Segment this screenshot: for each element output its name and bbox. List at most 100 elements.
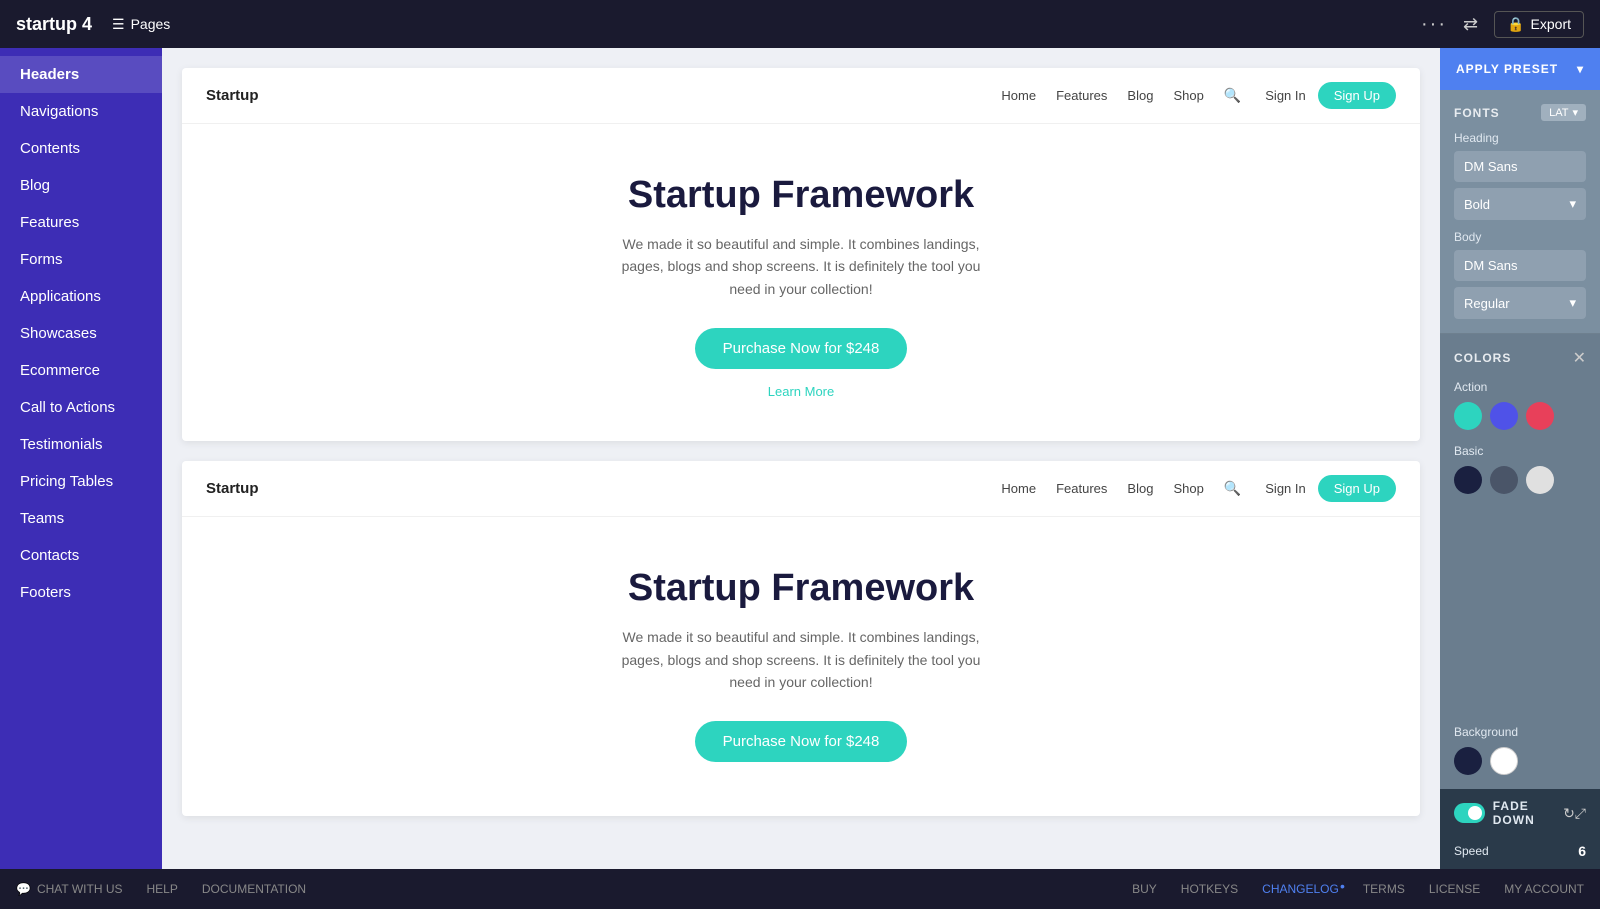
apply-preset-label: APPLY PRESET <box>1456 62 1558 76</box>
preview-nav-home-1[interactable]: Home <box>1001 88 1036 103</box>
basic-colors-label: Basic <box>1454 444 1586 458</box>
preview-heading-2: Startup Framework <box>206 567 1396 610</box>
preview-cta-1[interactable]: Purchase Now for $248 <box>695 328 908 369</box>
sidebar-item-pricing-tables[interactable]: Pricing Tables <box>0 463 162 500</box>
preview-signup-1[interactable]: Sign Up <box>1318 82 1396 109</box>
main-layout: Headers Navigations Contents Blog Featur… <box>0 48 1600 869</box>
preview-navbar-1: Startup Home Features Blog Shop 🔍 Sign I… <box>182 68 1420 124</box>
preview-nav-home-2[interactable]: Home <box>1001 481 1036 496</box>
preview-nav-features-2[interactable]: Features <box>1056 481 1107 496</box>
chat-icon: 💬 <box>16 882 31 896</box>
preview-signin-2[interactable]: Sign In <box>1265 481 1305 496</box>
action-color-swatches <box>1454 402 1586 430</box>
close-colors-button[interactable]: ✕ <box>1573 348 1586 368</box>
sidebar-item-applications[interactable]: Applications <box>0 278 162 315</box>
fade-section: FADE DOWN ↻ ⤢ <box>1440 789 1600 837</box>
lang-label: LAT <box>1549 107 1568 119</box>
buy-link[interactable]: BUY <box>1132 882 1157 896</box>
preview-signup-2[interactable]: Sign Up <box>1318 475 1396 502</box>
topbar-right: ··· ⇄ 🔒 Export <box>1421 11 1584 38</box>
my-account-link[interactable]: MY ACCOUNT <box>1504 882 1584 896</box>
heading-font-label: Heading <box>1454 131 1586 145</box>
body-weight-value: Regular <box>1464 296 1510 311</box>
preview-body-2: We made it so beautiful and simple. It c… <box>611 626 991 693</box>
fade-toggle: FADE DOWN <box>1454 799 1563 827</box>
heading-weight-select[interactable]: Bold ▾ <box>1454 188 1586 220</box>
preview-signin-1[interactable]: Sign In <box>1265 88 1305 103</box>
body-font-select[interactable]: DM Sans <box>1454 250 1586 281</box>
preview-nav-shop-2[interactable]: Shop <box>1173 481 1203 496</box>
sidebar-item-showcases[interactable]: Showcases <box>0 315 162 352</box>
background-section: Background <box>1440 725 1600 789</box>
preview-cta-2[interactable]: Purchase Now for $248 <box>695 721 908 762</box>
basic-color-gray[interactable] <box>1490 466 1518 494</box>
chat-label: CHAT WITH US <box>37 882 123 896</box>
sidebar-item-navigations[interactable]: Navigations <box>0 93 162 130</box>
sidebar-item-teams[interactable]: Teams <box>0 500 162 537</box>
sidebar-item-testimonials[interactable]: Testimonials <box>0 426 162 463</box>
chevron-down-lang-icon: ▾ <box>1572 106 1578 119</box>
action-color-red[interactable] <box>1526 402 1554 430</box>
bottom-bar: 💬 CHAT WITH US HELP DOCUMENTATION BUY HO… <box>0 869 1600 909</box>
preview-nav-shop-1[interactable]: Shop <box>1173 88 1203 103</box>
bg-color-dark[interactable] <box>1454 747 1482 775</box>
documentation-link[interactable]: DOCUMENTATION <box>202 882 306 896</box>
sidebar-item-contents[interactable]: Contents <box>0 130 162 167</box>
chat-with-us-button[interactable]: 💬 CHAT WITH US <box>16 882 123 896</box>
basic-color-dark[interactable] <box>1454 466 1482 494</box>
preview-heading-1: Startup Framework <box>206 174 1396 217</box>
background-label: Background <box>1454 725 1586 739</box>
lock-icon: 🔒 <box>1507 16 1524 33</box>
sidebar-item-contacts[interactable]: Contacts <box>0 537 162 574</box>
pages-label: Pages <box>131 16 171 32</box>
expand-fade-button[interactable]: ⤢ <box>1575 805 1586 822</box>
chevron-down-weight-icon: ▾ <box>1569 196 1576 212</box>
refresh-fade-button[interactable]: ↻ <box>1563 805 1575 822</box>
action-color-teal[interactable] <box>1454 402 1482 430</box>
pages-menu[interactable]: ☰ Pages <box>112 16 170 33</box>
changelog-link[interactable]: CHANGELOG <box>1262 882 1339 896</box>
body-font-label: Body <box>1454 230 1586 244</box>
preview-learn-more-1[interactable]: Learn More <box>768 384 834 399</box>
basic-color-light[interactable] <box>1526 466 1554 494</box>
sidebar-item-headers[interactable]: Headers <box>0 56 162 93</box>
preview-card-2: Startup Home Features Blog Shop 🔍 Sign I… <box>182 461 1420 816</box>
right-panel: APPLY PRESET ▾ FONTS LAT ▾ Heading DM Sa… <box>1440 48 1600 869</box>
sidebar-item-call-to-actions[interactable]: Call to Actions <box>0 389 162 426</box>
preview-nav-blog-1[interactable]: Blog <box>1127 88 1153 103</box>
fade-toggle-switch[interactable] <box>1454 803 1485 823</box>
preview-nav-blog-2[interactable]: Blog <box>1127 481 1153 496</box>
bg-color-white[interactable] <box>1490 747 1518 775</box>
search-icon-1[interactable]: 🔍 <box>1224 87 1241 104</box>
preview-nav-links-1: Home Features Blog Shop 🔍 <box>1001 87 1241 104</box>
search-icon-2[interactable]: 🔍 <box>1224 480 1241 497</box>
action-color-blue[interactable] <box>1490 402 1518 430</box>
code-toggle-button[interactable]: ⇄ <box>1463 14 1478 35</box>
help-link[interactable]: HELP <box>147 882 178 896</box>
terms-link[interactable]: TERMS <box>1363 882 1405 896</box>
sidebar-item-footers[interactable]: Footers <box>0 574 162 611</box>
export-button[interactable]: 🔒 Export <box>1494 11 1584 38</box>
sidebar-item-forms[interactable]: Forms <box>0 241 162 278</box>
apply-preset-button[interactable]: APPLY PRESET ▾ <box>1440 48 1600 90</box>
lang-badge[interactable]: LAT ▾ <box>1541 104 1586 121</box>
preview-card-1: Startup Home Features Blog Shop 🔍 Sign I… <box>182 68 1420 441</box>
preview-body-1: We made it so beautiful and simple. It c… <box>611 233 991 300</box>
center-content: Startup Home Features Blog Shop 🔍 Sign I… <box>162 48 1440 869</box>
body-weight-select[interactable]: Regular ▾ <box>1454 287 1586 319</box>
sidebar-item-ecommerce[interactable]: Ecommerce <box>0 352 162 389</box>
more-options-button[interactable]: ··· <box>1421 13 1447 36</box>
body-font-value: DM Sans <box>1464 258 1517 273</box>
preview-nav-features-1[interactable]: Features <box>1056 88 1107 103</box>
heading-font-select[interactable]: DM Sans <box>1454 151 1586 182</box>
sidebar-item-features[interactable]: Features <box>0 204 162 241</box>
sidebar-item-blog[interactable]: Blog <box>0 167 162 204</box>
sidebar: Headers Navigations Contents Blog Featur… <box>0 48 162 869</box>
fonts-section: FONTS LAT ▾ Heading DM Sans Bold ▾ Body … <box>1440 90 1600 334</box>
preview-hero-1: Startup Framework We made it so beautifu… <box>182 124 1420 441</box>
hotkeys-link[interactable]: HOTKEYS <box>1181 882 1238 896</box>
action-colors-label: Action <box>1454 380 1586 394</box>
preview-hero-2: Startup Framework We made it so beautifu… <box>182 517 1420 816</box>
license-link[interactable]: LICENSE <box>1429 882 1480 896</box>
app-brand: startup 4 <box>16 14 92 35</box>
